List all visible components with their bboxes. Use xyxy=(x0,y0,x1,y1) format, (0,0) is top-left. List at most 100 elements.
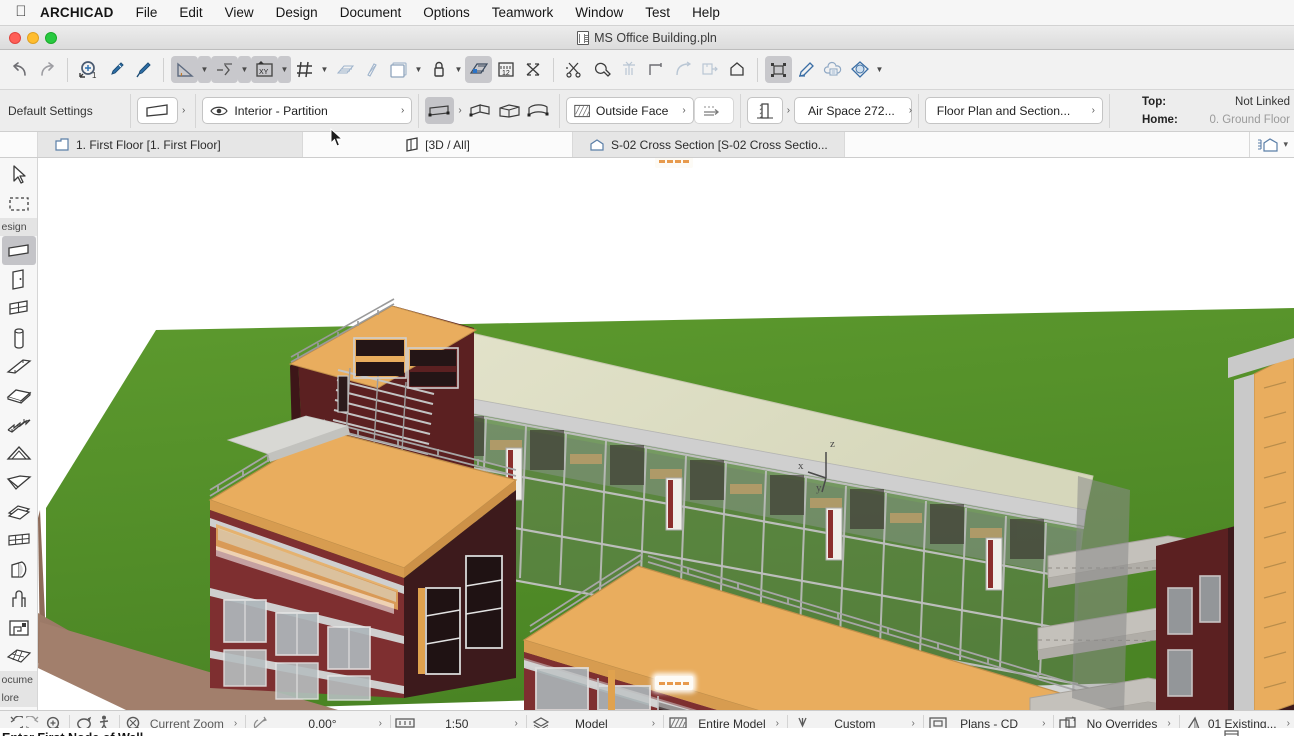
render-icon[interactable] xyxy=(846,56,873,83)
window-tool[interactable] xyxy=(2,294,36,323)
apple-menu-icon[interactable]:  xyxy=(10,4,32,22)
floor-plan-icon xyxy=(54,137,70,152)
rotated-rect-wall-method-button[interactable] xyxy=(524,97,553,124)
pen-annotate-icon[interactable] xyxy=(792,56,819,83)
zone-tool[interactable] xyxy=(2,555,36,584)
home-story-icon[interactable] xyxy=(723,56,750,83)
arrow-select-tool[interactable] xyxy=(2,160,36,189)
tabbar-chevron-icon[interactable]: ▾ xyxy=(1283,139,1288,150)
group-icon[interactable] xyxy=(765,56,792,83)
snap-points-icon[interactable] xyxy=(211,56,238,83)
grid-snap-chevron-icon[interactable]: ▼ xyxy=(318,56,331,83)
cloud-icon[interactable] xyxy=(819,56,846,83)
3d-viewport[interactable]: z x y xyxy=(38,158,1294,710)
menu-item-teamwork[interactable]: Teamwork xyxy=(481,0,565,26)
align-icon[interactable] xyxy=(615,56,642,83)
curve-icon[interactable] xyxy=(669,56,696,83)
slab-tool[interactable] xyxy=(2,381,36,410)
coordinate-xy-icon[interactable]: XY xyxy=(251,56,278,83)
snap-guides-chevron-icon[interactable]: ▼ xyxy=(198,56,211,83)
element-transparency-icon[interactable] xyxy=(519,56,546,83)
grid-display-icon[interactable] xyxy=(331,56,358,83)
reference-line-selector[interactable]: Outside Face › xyxy=(566,97,694,124)
lock-icon[interactable] xyxy=(425,56,452,83)
stair-tool[interactable] xyxy=(2,410,36,439)
roof-tool[interactable] xyxy=(2,439,36,468)
display-options-value: Floor Plan and Section... xyxy=(937,104,1070,118)
mac-menu-bar:  ARCHICAD File Edit View Design Documen… xyxy=(0,0,1294,26)
trim-icon[interactable] xyxy=(561,56,588,83)
layer-selector[interactable]: Interior - Partition › xyxy=(202,97,412,124)
menu-item-help[interactable]: Help xyxy=(681,0,731,26)
window-title-bar: MS Office Building.pln xyxy=(0,26,1294,50)
menu-item-options[interactable]: Options xyxy=(412,0,481,26)
menu-item-window[interactable]: Window xyxy=(564,0,634,26)
chained-wall-method-button[interactable] xyxy=(466,97,495,124)
top-link-value[interactable]: Not Linked xyxy=(1198,96,1290,108)
grid-snap-icon[interactable] xyxy=(291,56,318,83)
prompt-panel-icon[interactable] xyxy=(1224,730,1294,736)
mesh-tool[interactable] xyxy=(2,642,36,671)
layers-chevron-icon[interactable]: ▼ xyxy=(412,56,425,83)
wall-method-arrow[interactable]: › xyxy=(454,105,465,116)
curtain-wall-tool[interactable] xyxy=(2,526,36,555)
marquee-zoom-icon[interactable]: 1 xyxy=(75,56,102,83)
info-separator xyxy=(195,94,196,128)
redo-icon[interactable] xyxy=(33,56,60,83)
menu-item-test[interactable]: Test xyxy=(634,0,681,26)
lock-chevron-icon[interactable]: ▼ xyxy=(452,56,465,83)
wall-structure-button[interactable] xyxy=(747,97,783,124)
display-options-selector[interactable]: Floor Plan and Section... › xyxy=(925,97,1103,124)
info-separator xyxy=(1109,94,1110,128)
eyedropper-pickup-icon[interactable] xyxy=(102,56,129,83)
eyedropper-inject-icon[interactable] xyxy=(129,56,156,83)
stair-railing-tool[interactable] xyxy=(2,613,36,642)
svg-text:XY: XY xyxy=(259,69,269,76)
column-tool[interactable] xyxy=(2,323,36,352)
composite-selector[interactable]: Air Space 272... › xyxy=(794,97,912,124)
snap-points-chevron-icon[interactable]: ▼ xyxy=(238,56,251,83)
marquee-tool[interactable] xyxy=(2,189,36,218)
wall-settings-arrow[interactable]: › xyxy=(178,105,189,116)
home-story-value[interactable]: 0. Ground Floor xyxy=(1198,114,1290,126)
flip-wall-button[interactable] xyxy=(694,97,734,124)
menu-item-view[interactable]: View xyxy=(214,0,265,26)
3d-model-render[interactable] xyxy=(38,158,1294,710)
menu-item-document[interactable]: Document xyxy=(329,0,413,26)
wall-tool-settings-button[interactable] xyxy=(137,97,178,124)
straight-wall-method-button[interactable] xyxy=(425,97,454,124)
flip-wall-icon xyxy=(701,103,727,119)
3d-model-icon[interactable] xyxy=(465,56,492,83)
structure-arrow[interactable]: › xyxy=(783,105,794,116)
menu-item-edit[interactable]: Edit xyxy=(168,0,213,26)
object-tool[interactable] xyxy=(2,584,36,613)
shell-tool[interactable] xyxy=(2,468,36,497)
top-link-label: Top: xyxy=(1142,96,1192,108)
menu-item-archicad[interactable]: ARCHICAD xyxy=(32,0,125,26)
tab-first-floor[interactable]: 1. First Floor [1. First Floor] xyxy=(38,132,303,157)
menu-item-file[interactable]: File xyxy=(125,0,169,26)
wall-tool[interactable] xyxy=(2,236,36,265)
adjust-icon[interactable] xyxy=(642,56,669,83)
wall-structure-icon xyxy=(754,102,776,120)
toolbar-overflow-chevron-icon[interactable]: ▼ xyxy=(873,56,886,83)
door-tool[interactable] xyxy=(2,265,36,294)
rectangular-wall-method-button[interactable] xyxy=(495,97,524,124)
elevation-view-icon[interactable] xyxy=(1256,137,1280,153)
snap-guides-icon[interactable] xyxy=(171,56,198,83)
tab-label: S-02 Cross Section [S-02 Cross Sectio... xyxy=(611,138,828,152)
reference-line-value: Outside Face xyxy=(596,104,668,118)
menu-item-design[interactable]: Design xyxy=(265,0,329,26)
morph-tool[interactable] xyxy=(2,497,36,526)
tab-cross-section[interactable]: S-02 Cross Section [S-02 Cross Sectio... xyxy=(573,132,845,157)
info-separator xyxy=(559,94,560,128)
dimension-icon[interactable]: 12 xyxy=(492,56,519,83)
magic-wand-icon[interactable] xyxy=(588,56,615,83)
undo-icon[interactable] xyxy=(6,56,33,83)
layer-intersect-icon[interactable] xyxy=(358,56,385,83)
layers-icon[interactable] xyxy=(385,56,412,83)
offset-icon[interactable] xyxy=(696,56,723,83)
story-link-panel: Top: Not Linked Home: 0. Ground Floor xyxy=(1142,90,1294,132)
coordinate-chevron-icon[interactable]: ▼ xyxy=(278,56,291,83)
beam-tool[interactable] xyxy=(2,352,36,381)
